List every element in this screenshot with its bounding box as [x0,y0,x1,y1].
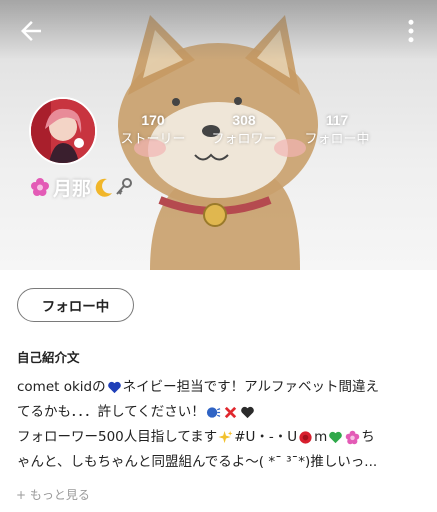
arrow-left-icon [21,21,41,41]
flower-icon [31,178,49,196]
intro-text: ネイビー担当です！アルファベット間違え [122,379,379,395]
intro-text: てるかも．．．許してください！ [17,404,205,420]
stat-followers[interactable]: 308 フォロワー [203,112,285,149]
intro-line: フォローワー500人目指してます #U・-・U m ち [17,425,422,450]
intro-text: #U・-・U [234,429,298,445]
intro-text: ち [361,429,375,445]
sparkles-icon [218,430,233,444]
intro-body: comet okidの ネイビー担当です！アルファベット間違え てるかも．．．許… [17,375,422,475]
stat-following-count: 117 [325,112,349,128]
intro-text: ゃんと、しもちゃんと同盟組んでるよ〜( *¯ ³¯*)推しいっ... [17,454,378,470]
crescent-moon-icon [95,178,113,197]
flower-icon [346,430,360,445]
intro-text: m [314,429,328,445]
profile-header: 170 ストーリー 308 フォロワー 117 フォロー中 月那 [0,0,437,270]
stat-followers-count: 308 [232,112,256,128]
stat-followers-label: フォロワー [211,132,277,147]
rose-icon [299,431,312,444]
black-heart-icon [240,406,254,419]
cross-mark-icon [224,406,236,419]
blue-heart-icon [107,381,121,394]
stat-following-label: フォロー中 [304,132,370,147]
intro-heading: 自己紹介文 [17,350,80,365]
intro-text: フォローワー500人目指してます [17,429,218,445]
following-button[interactable]: フォロー中 [17,288,134,322]
header-shade [0,0,437,60]
show-more-label: もっと見る [29,488,90,502]
intro-line: ゃんと、しもちゃんと同盟組んでるよ〜( *¯ ³¯*)推しいっ... [17,450,422,475]
intro-text: comet okidの [17,379,106,395]
speaking-head-icon [206,407,221,418]
intro-line: てるかも．．．許してください！ [17,400,422,425]
more-vertical-icon [408,19,414,43]
username-text: 月那 [53,177,92,200]
back-button[interactable] [16,16,46,46]
avatar-image [31,99,95,163]
avatar[interactable] [29,97,97,165]
stat-stories-count: 170 [141,112,165,128]
more-options-button[interactable] [396,16,426,46]
stat-following[interactable]: 117 フォロー中 [296,112,378,149]
username: 月那 [30,174,134,200]
show-more-link[interactable]: + もっと見る [16,486,90,503]
green-heart-icon [329,431,343,444]
plus-icon: + [16,488,27,502]
intro-line: comet okidの ネイビー担当です！アルファベット間違え [17,375,422,400]
key-icon [116,178,133,195]
stat-stories[interactable]: 170 ストーリー [112,112,194,149]
stat-stories-label: ストーリー [120,132,186,147]
